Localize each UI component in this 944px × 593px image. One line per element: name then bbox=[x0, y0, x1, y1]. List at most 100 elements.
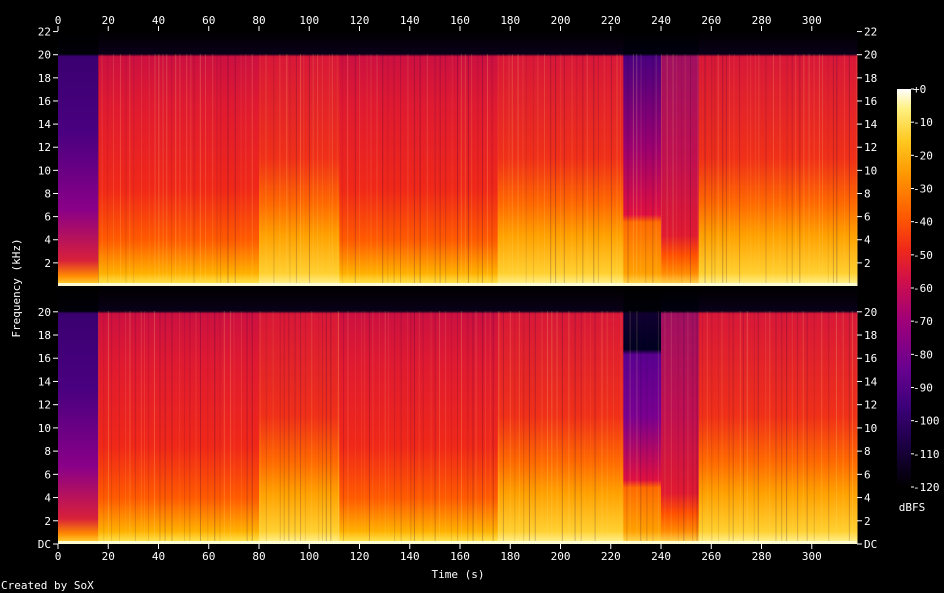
spectrogram-streak bbox=[140, 53, 142, 287]
spectrogram-streak bbox=[300, 53, 302, 287]
spectrogram-streak bbox=[828, 311, 830, 544]
y-tick-label-right: 8 bbox=[864, 445, 871, 458]
spectrogram-streak bbox=[601, 311, 603, 544]
spectrogram-streak bbox=[148, 53, 150, 287]
spectrogram-streak bbox=[393, 53, 395, 287]
spectrogram-streak bbox=[655, 53, 657, 287]
spectrogram-segment bbox=[497, 288, 624, 544]
spectrogram-streak bbox=[746, 311, 748, 544]
spectrogram-streak bbox=[189, 311, 191, 544]
spectrogram-streak bbox=[803, 53, 805, 287]
spectrogram-streak bbox=[295, 53, 297, 287]
spectrogram-streak bbox=[354, 53, 356, 287]
bass-band bbox=[58, 541, 857, 544]
x-tick-label-top: 0 bbox=[55, 14, 62, 27]
bass-band bbox=[58, 283, 857, 286]
spectrogram-streak bbox=[546, 311, 548, 544]
spectrogram-streak bbox=[148, 311, 150, 544]
spectrogram-streak bbox=[556, 311, 558, 544]
spectrogram-streak bbox=[445, 311, 447, 544]
x-tick-label-top: 300 bbox=[802, 14, 822, 27]
y-tick-label-left: 16 bbox=[38, 352, 51, 365]
spectrogram-streak bbox=[765, 53, 767, 287]
spectrogram-streak bbox=[482, 311, 484, 544]
y-tick-label-left: 10 bbox=[38, 164, 51, 177]
spectrogram-streak bbox=[451, 53, 453, 287]
spectrogram-streak bbox=[245, 53, 247, 287]
x-tick-label-top: 80 bbox=[252, 14, 265, 27]
spectrogram-streak bbox=[822, 53, 824, 287]
x-tick-label-bottom: 200 bbox=[551, 550, 571, 563]
colorbar-tick-label: -10 bbox=[913, 116, 933, 129]
spectrogram-streak bbox=[632, 53, 634, 287]
spectrogram-streak bbox=[718, 311, 720, 544]
spectrogram-streak bbox=[672, 53, 674, 287]
spectrogram-segment bbox=[58, 288, 99, 544]
spectrogram-streak bbox=[661, 53, 663, 287]
x-tick-label-top: 220 bbox=[601, 14, 621, 27]
y-tick-label-left: 22 bbox=[38, 26, 51, 39]
y-tick-label-right: 20 bbox=[864, 306, 877, 319]
spectrogram-streak bbox=[330, 311, 332, 544]
spectrogram-streak bbox=[498, 311, 500, 544]
spectrogram-streak bbox=[107, 53, 109, 287]
spectrogram-streak bbox=[502, 53, 504, 287]
y-tick-label-right: 14 bbox=[864, 375, 878, 388]
x-tick-label-bottom: 160 bbox=[450, 550, 470, 563]
spectrogram-streak bbox=[613, 311, 615, 544]
y-tick-label-right: 6 bbox=[864, 211, 871, 224]
spectrogram-streak bbox=[265, 53, 267, 287]
spectrogram-streak bbox=[522, 53, 524, 287]
spectrogram-streak bbox=[366, 53, 368, 287]
spectrogram-segment bbox=[98, 288, 260, 544]
spectrogram-streak bbox=[509, 311, 511, 544]
spectrogram-streak bbox=[697, 53, 699, 287]
x-tick-label-top: 60 bbox=[202, 14, 215, 27]
spectrogram-streak bbox=[551, 311, 553, 544]
spectrogram-streak bbox=[689, 53, 691, 287]
y-tick-label-left: 2 bbox=[44, 257, 51, 270]
spectrogram-streak bbox=[311, 311, 313, 544]
spectrogram-streak bbox=[190, 53, 192, 287]
spectrogram-streak bbox=[384, 311, 386, 544]
y-tick-label-left: 8 bbox=[44, 187, 51, 200]
y-tick-label-right: 4 bbox=[864, 492, 871, 505]
spectrogram-streak bbox=[636, 311, 638, 544]
spectrogram-streak bbox=[140, 311, 142, 544]
spectrogram-streak bbox=[460, 311, 462, 544]
spectrogram-streak bbox=[413, 311, 415, 544]
spectrogram-streak bbox=[497, 53, 499, 287]
spectrogram-streak bbox=[586, 53, 588, 287]
spectrogram-streak bbox=[294, 311, 296, 544]
spectrogram-streak bbox=[214, 311, 216, 544]
spectrogram-streak bbox=[471, 53, 473, 287]
y-tick-label-left: 4 bbox=[44, 492, 51, 505]
spectrogram-streak bbox=[166, 53, 168, 287]
y-tick-label-left: 6 bbox=[44, 468, 51, 481]
spectrogram-streak bbox=[153, 311, 155, 544]
spectrogram-streak bbox=[175, 53, 177, 287]
spectrogram-streak bbox=[746, 53, 748, 287]
spectrogram-streak bbox=[576, 53, 578, 287]
x-tick-label-top: 160 bbox=[450, 14, 470, 27]
spectrogram-streak bbox=[603, 53, 605, 287]
spectrogram-streak bbox=[321, 311, 323, 544]
spectrogram-streak bbox=[786, 311, 788, 544]
spectrogram-streak bbox=[508, 53, 510, 287]
spectrogram-streak bbox=[681, 53, 683, 287]
x-tick-label-top: 240 bbox=[651, 14, 671, 27]
spectrogram-streak bbox=[223, 311, 225, 544]
spectrogram-streak bbox=[791, 311, 793, 544]
spectrogram-streak bbox=[563, 53, 565, 287]
spectrogram-streak bbox=[450, 311, 452, 544]
spectrogram-streak bbox=[696, 311, 698, 544]
spectrogram-streak bbox=[475, 311, 477, 544]
spectrogram-streak bbox=[851, 311, 853, 544]
spectrogram-streak bbox=[171, 311, 173, 544]
spectrogram-streak bbox=[98, 53, 99, 287]
spectrogram-streak bbox=[485, 311, 487, 544]
spectrogram-streak bbox=[754, 53, 756, 287]
x-axis-label: Time (s) bbox=[432, 568, 485, 581]
y-tick-label-right: 2 bbox=[864, 257, 871, 270]
spectrogram-streak bbox=[590, 311, 592, 544]
